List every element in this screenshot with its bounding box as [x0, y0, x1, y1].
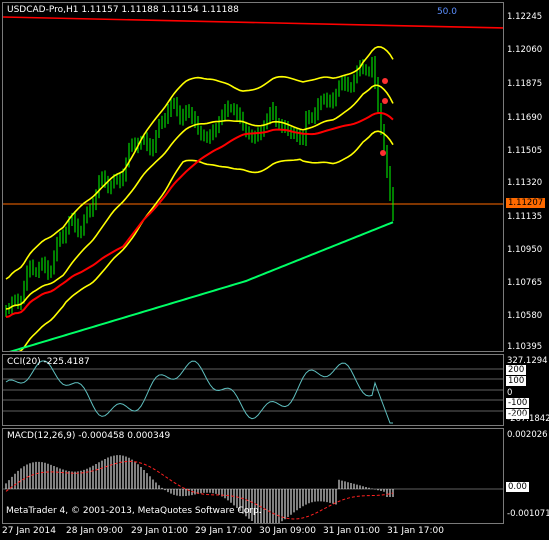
- macd-scale-label: 0.00: [506, 482, 529, 492]
- cci-scale-label: 100: [506, 376, 527, 386]
- macd-title: MACD(12,26,9) -0.000458 0.000349: [7, 431, 171, 441]
- price-label: 1.10395: [507, 342, 543, 352]
- cci-scale-label: -100: [506, 398, 530, 408]
- time-label: 30 Jan 09:00: [259, 526, 316, 536]
- footer-copyright: MetaTrader 4, © 2001-2013, MetaQuotes So…: [6, 506, 262, 516]
- moving-average-green-line: [9, 221, 394, 351]
- corner-value: 50.0: [436, 7, 457, 17]
- cci-scale-label: -267.1842: [507, 414, 549, 424]
- cci-scale-label: 0: [507, 388, 513, 398]
- cci-line: [5, 360, 393, 424]
- time-label: 28 Jan 09:00: [66, 526, 123, 536]
- bollinger-lower-line: [18, 130, 394, 351]
- signal-arrow-icon: [380, 150, 386, 156]
- price-label: 1.10765: [507, 278, 543, 288]
- signal-arrow-icon: [382, 98, 388, 104]
- price-chart-canvas: [3, 16, 503, 351]
- macd-scale-label: 0.002026: [507, 430, 548, 440]
- price-label: 1.11875: [507, 79, 543, 89]
- price-chart-pane[interactable]: USDCAD-Pro,H1 1.11157 1.11188 1.11154 1.…: [2, 2, 504, 352]
- cci-indicator-pane[interactable]: CCI(20) -225.4187: [2, 354, 504, 426]
- moving-average-red-line: [5, 111, 394, 318]
- cci-scale-label: 200: [506, 365, 527, 375]
- cci-title: CCI(20) -225.4187: [7, 357, 90, 367]
- price-label: 1.10580: [507, 311, 543, 321]
- price-label: 1.11690: [507, 113, 543, 123]
- price-label: 1.12245: [507, 12, 543, 22]
- bollinger-middle-line: [5, 84, 394, 310]
- price-label: 1.11320: [507, 178, 543, 188]
- resistance-line: [3, 16, 503, 29]
- time-label: 29 Jan 17:00: [195, 526, 252, 536]
- macd-scale-label: -0.001071: [507, 509, 549, 519]
- time-label: 31 Jan 17:00: [387, 526, 444, 536]
- time-label: 27 Jan 2014: [2, 526, 56, 536]
- time-label: 31 Jan 01:00: [323, 526, 380, 536]
- chart-title: USDCAD-Pro,H1 1.11157 1.11188 1.11154 1.…: [7, 5, 239, 15]
- current-price-tag: 1.11207: [506, 198, 546, 208]
- price-label: 1.10950: [507, 245, 543, 255]
- price-label: 1.11505: [507, 146, 543, 156]
- signal-arrow-icon: [382, 78, 388, 84]
- time-label: 29 Jan 01:00: [131, 526, 188, 536]
- price-label: 1.12060: [507, 45, 543, 55]
- price-label: 1.11135: [507, 212, 543, 222]
